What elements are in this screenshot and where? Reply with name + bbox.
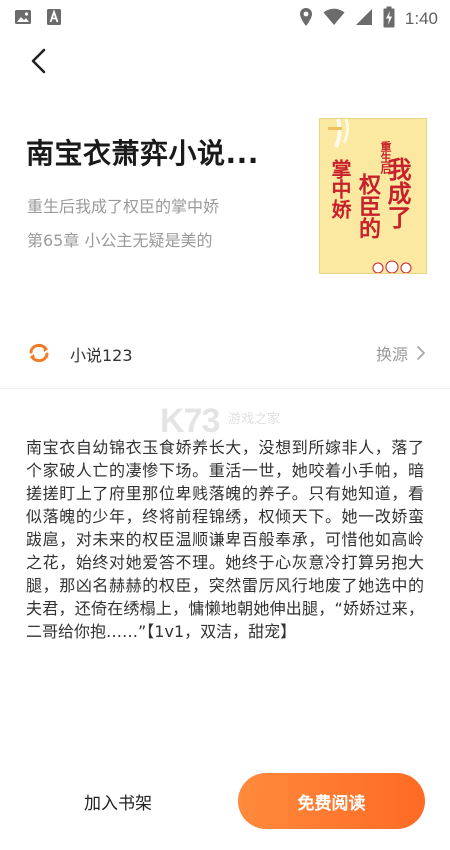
chevron-right-icon: [417, 346, 425, 360]
cover-subtitle: 重生后: [379, 141, 392, 174]
source-name: 小说123: [70, 346, 133, 365]
chevron-left-icon: [31, 48, 46, 74]
add-to-shelf-button[interactable]: 加入书架: [30, 772, 206, 830]
switch-source-label: 换源: [375, 345, 408, 364]
source-row[interactable]: 小说123 换源: [0, 330, 450, 376]
wifi-icon: [323, 8, 345, 30]
book-title: 南宝衣萧弈小说...: [26, 137, 259, 170]
watermark-site: 游戏之家: [228, 412, 281, 427]
refresh-source-icon: [27, 343, 51, 363]
status-time: 1:40: [404, 9, 438, 28]
cover-title-line-3: 掌中娇: [328, 159, 352, 219]
book-cover[interactable]: 我成了 权臣的 掌中娇 重生后: [319, 118, 427, 274]
status-right: 1:40: [299, 6, 438, 32]
status-bar: 1:40: [0, 0, 450, 34]
free-read-button[interactable]: 免费阅读: [238, 773, 425, 829]
cell-signal-icon: [355, 8, 373, 30]
status-left: [14, 8, 62, 30]
book-synopsis: 南宝衣自幼锦衣玉食娇养长大，没想到所嫁非人，落了个家破人亡的凄惨下场。重活一世，…: [26, 438, 424, 641]
switch-source-button[interactable]: 换源: [376, 341, 426, 365]
divider: [0, 388, 450, 389]
battery-charging-icon: [383, 6, 395, 32]
location-icon: [299, 7, 313, 31]
latest-chapter[interactable]: 第65章 小公主无疑是美的: [27, 227, 212, 251]
back-button[interactable]: [24, 44, 56, 78]
book-subtitle: 重生后我成了权臣的掌中娇: [27, 197, 220, 216]
a-letter-icon: [46, 8, 62, 30]
image-icon: [14, 8, 32, 30]
cover-title-line-2: 权臣的: [355, 173, 381, 239]
